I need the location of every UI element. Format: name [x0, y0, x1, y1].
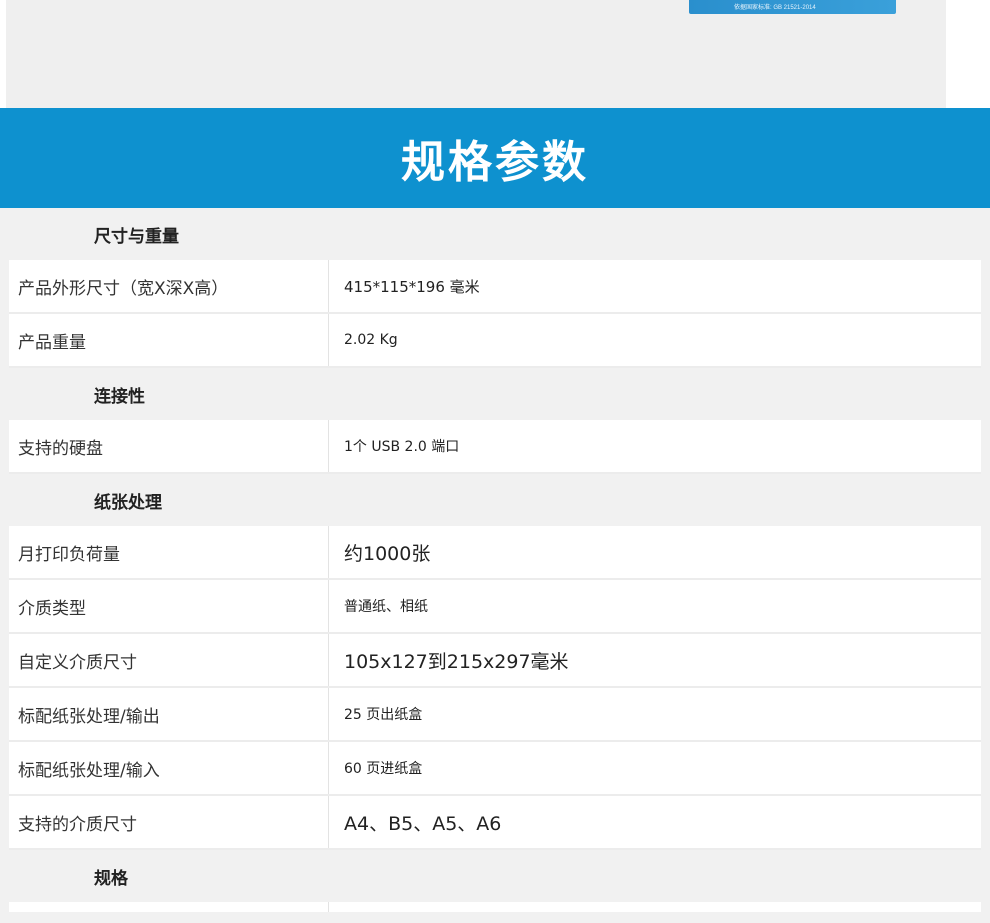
row-value: A4、B5、A5、A6: [344, 812, 502, 835]
page-title: 规格参数: [401, 137, 589, 188]
row-label: 支持的介质尺寸: [9, 796, 329, 848]
row-value: 25 页出纸盒: [344, 707, 423, 723]
row-label: 支持的硬盘: [9, 420, 329, 472]
table-row: 自定义介质尺寸 105x127到215x297毫米: [9, 634, 981, 688]
row-label: 标配纸张处理/输入: [9, 742, 329, 794]
section-header-paper-handling: 纸张处理: [94, 492, 162, 513]
table-row: 支持的介质尺寸 A4、B5、A5、A6: [9, 796, 981, 850]
row-label: 自定义介质尺寸: [9, 634, 329, 686]
row-label-partial: [9, 902, 329, 912]
row-label: 介质类型: [9, 580, 329, 632]
row-value: 415*115*196 毫米: [344, 277, 480, 296]
table-row: 介质类型 普通纸、相纸: [9, 580, 981, 634]
row-value: 105x127到215x297毫米: [344, 650, 569, 673]
section-header-specs: 规格: [94, 868, 128, 889]
row-label: 月打印负荷量: [9, 526, 329, 578]
row-label: 标配纸张处理/输出: [9, 688, 329, 740]
table-row: 标配纸张处理/输出 25 页出纸盒: [9, 688, 981, 742]
row-value: 普通纸、相纸: [344, 599, 428, 615]
top-area: 依据国家标准: GB 21521-2014: [0, 0, 990, 108]
row-value: 约1000张: [344, 542, 431, 565]
product-image-panel: [6, 0, 946, 108]
table-row: 标配纸张处理/输入 60 页进纸盒: [9, 742, 981, 796]
energy-label-text: 依据国家标准: GB 21521-2014: [734, 5, 816, 11]
table-row: 支持的硬盘 1个 USB 2.0 端口: [9, 420, 981, 474]
row-value-partial: [329, 902, 981, 912]
section-header-connectivity: 连接性: [94, 386, 145, 407]
spec-table: 尺寸与重量 产品外形尺寸（宽X深X高） 415*115*196 毫米 产品重量 …: [0, 208, 990, 912]
spec-banner: 规格参数: [0, 108, 990, 208]
row-label: 产品重量: [9, 314, 329, 366]
table-row-partial: [9, 902, 981, 912]
table-row: 月打印负荷量 约1000张: [9, 526, 981, 580]
table-row: 产品外形尺寸（宽X深X高） 415*115*196 毫米: [9, 260, 981, 314]
energy-label-image: 依据国家标准: GB 21521-2014: [689, 0, 896, 14]
row-label: 产品外形尺寸（宽X深X高）: [9, 260, 329, 312]
row-value: 2.02 Kg: [344, 332, 398, 348]
table-row: 产品重量 2.02 Kg: [9, 314, 981, 368]
row-value: 60 页进纸盒: [344, 761, 423, 777]
row-value: 1个 USB 2.0 端口: [344, 439, 460, 455]
section-header-size-weight: 尺寸与重量: [94, 226, 179, 247]
